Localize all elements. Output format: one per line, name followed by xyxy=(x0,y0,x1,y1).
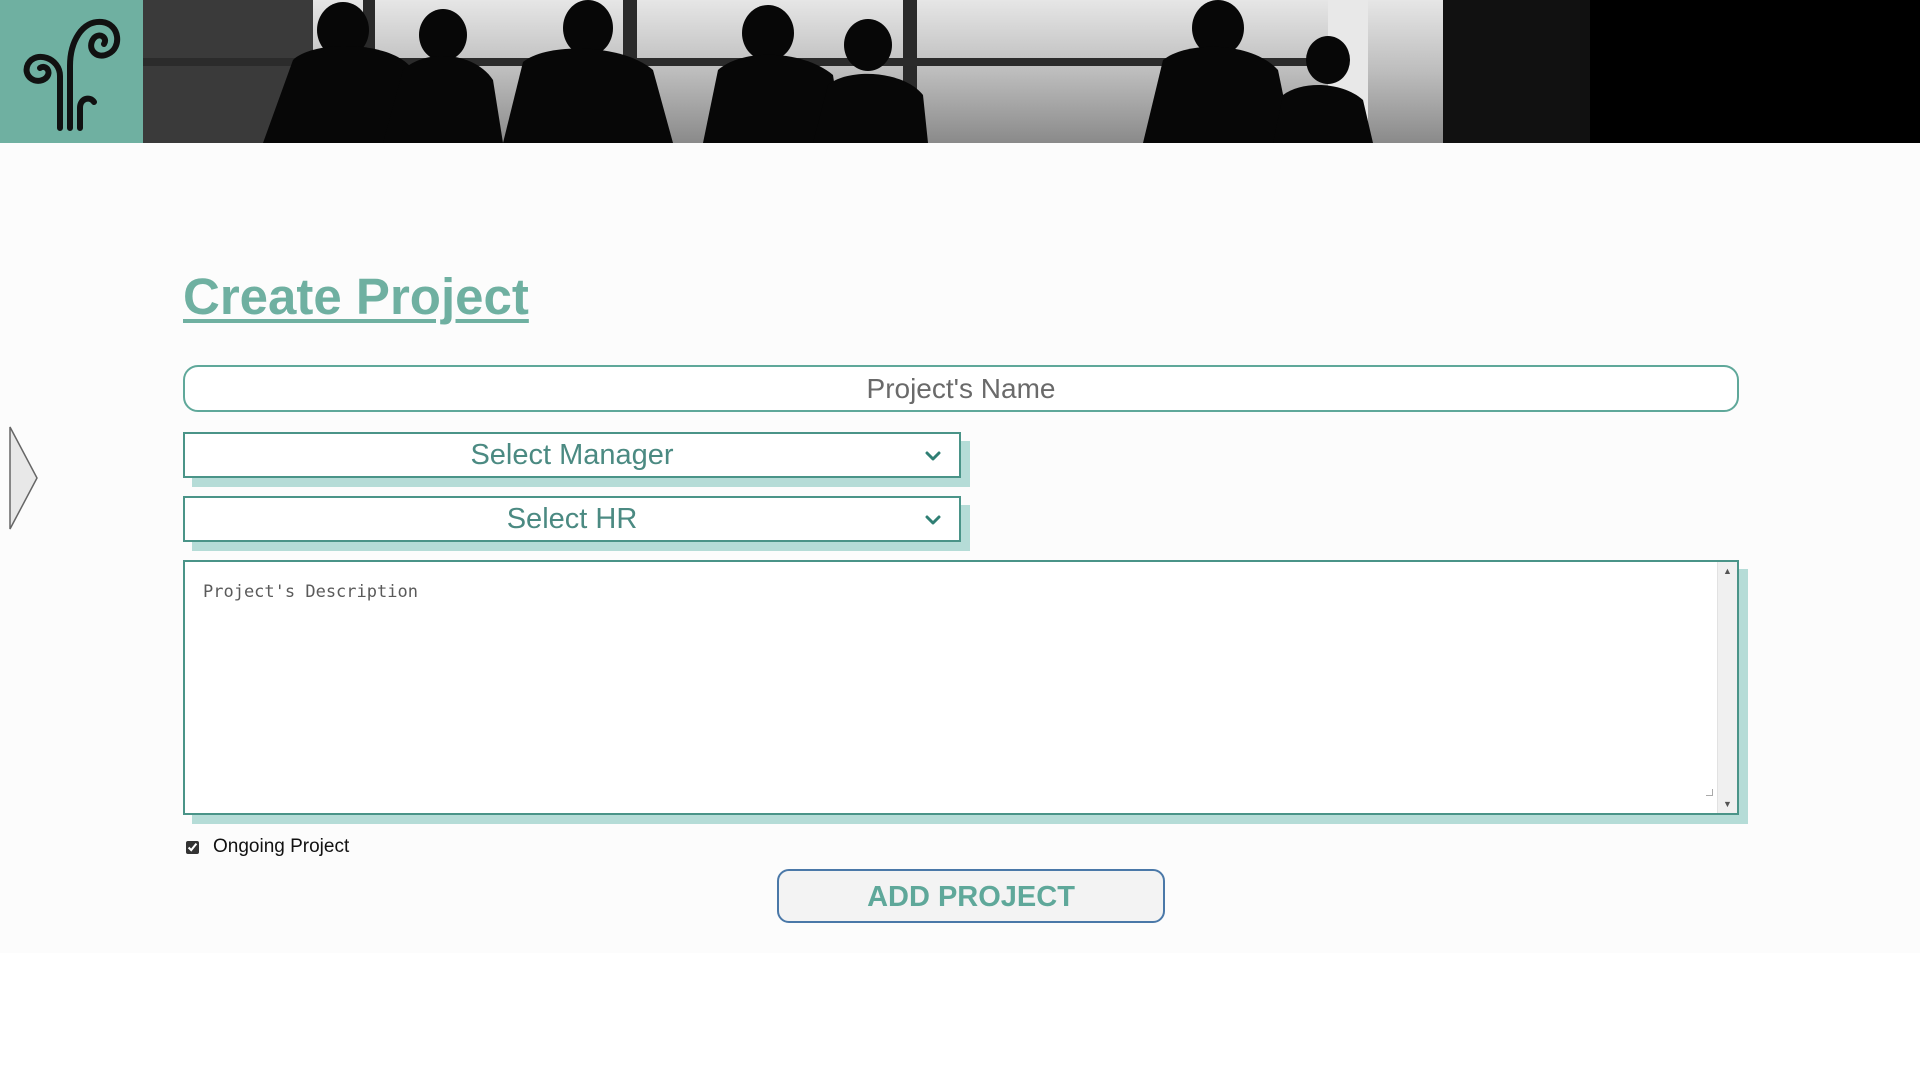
chevron-down-icon xyxy=(925,515,941,525)
meeting-silhouettes xyxy=(143,0,1590,143)
project-description-textarea[interactable] xyxy=(185,562,1718,813)
project-name-input[interactable] xyxy=(183,365,1739,412)
hr-select-value: Select HR xyxy=(506,503,638,535)
manager-select[interactable]: Select Manager xyxy=(183,432,961,478)
scroll-down-icon[interactable]: ▼ xyxy=(1718,795,1737,813)
logo[interactable] xyxy=(0,0,143,143)
header-banner xyxy=(0,0,1920,143)
spiral-logo-icon xyxy=(23,18,120,131)
scroll-up-icon[interactable]: ▲ xyxy=(1718,562,1737,580)
page-background xyxy=(0,143,1920,953)
description-box: ▲ ▼ xyxy=(183,560,1739,815)
ongoing-project-label: Ongoing Project xyxy=(213,836,350,857)
hr-select[interactable]: Select HR xyxy=(183,496,961,542)
add-project-button[interactable]: ADD PROJECT xyxy=(777,869,1165,923)
ongoing-project-row[interactable]: Ongoing Project xyxy=(186,836,349,858)
chevron-down-icon xyxy=(925,451,941,461)
manager-select-value: Select Manager xyxy=(470,439,674,471)
banner-photo xyxy=(143,0,1590,143)
triangle-right-icon[interactable] xyxy=(9,426,39,530)
ongoing-project-checkbox[interactable] xyxy=(186,840,199,854)
resize-grip[interactable] xyxy=(1706,789,1713,796)
page-title: Create Project xyxy=(183,268,529,325)
description-scrollbar[interactable]: ▲ ▼ xyxy=(1717,562,1737,813)
